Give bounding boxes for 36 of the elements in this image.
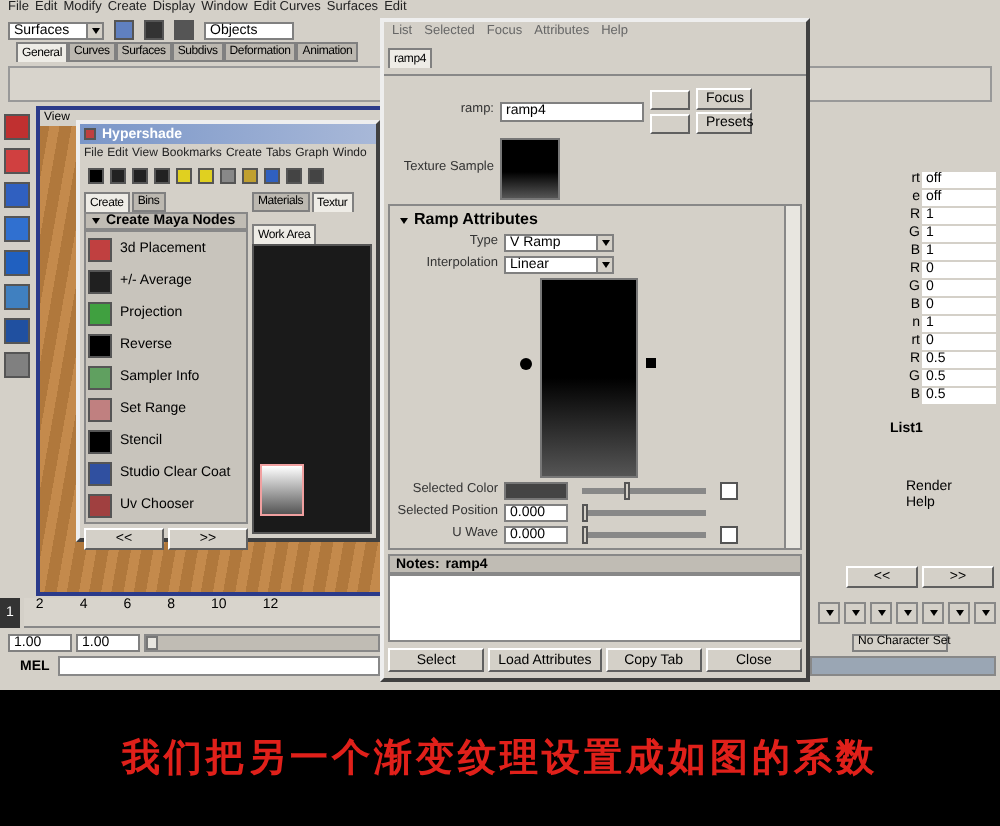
node-icon[interactable] [88,461,112,485]
slider-track[interactable] [582,532,706,538]
caption-text: 我们把另一个渐变纹理设置成如图的系数 [122,739,878,777]
map-button-icon[interactable] [720,526,738,544]
playback-icon[interactable] [818,602,840,624]
color-swatch[interactable] [504,482,568,500]
node-icon[interactable] [88,493,112,517]
slider-thumb[interactable] [582,526,588,544]
notes-field[interactable] [388,574,802,642]
slider-track[interactable] [582,488,706,494]
playback-icon[interactable] [948,602,970,624]
texture-sample [500,138,560,200]
ramp-gradient[interactable] [539,278,637,478]
node-icon[interactable] [88,237,112,261]
slider-thumb[interactable] [623,482,630,500]
playback-icon[interactable] [896,602,918,624]
node-icon[interactable] [88,397,112,421]
node-icon[interactable] [88,333,112,357]
playback-icon[interactable] [844,602,866,624]
node-icon[interactable] [88,365,112,389]
node-icon[interactable] [88,301,112,325]
section-header[interactable]: Ramp Attributes [394,210,780,230]
scrollbar[interactable] [784,206,800,548]
app-icon [84,128,96,140]
playback-icon[interactable] [974,602,996,624]
node-icon[interactable] [88,269,112,293]
range-slider-thumb[interactable] [146,635,158,649]
texture-swatch[interactable] [260,464,304,516]
slider-thumb[interactable] [582,504,588,522]
map-button-icon[interactable] [720,482,738,500]
playback-icon[interactable] [870,602,892,624]
range-slider[interactable] [144,633,380,651]
node-icon[interactable] [88,429,112,453]
playback-icon[interactable] [922,602,944,624]
command-line-field[interactable] [57,656,380,676]
slider-track[interactable] [582,510,706,516]
